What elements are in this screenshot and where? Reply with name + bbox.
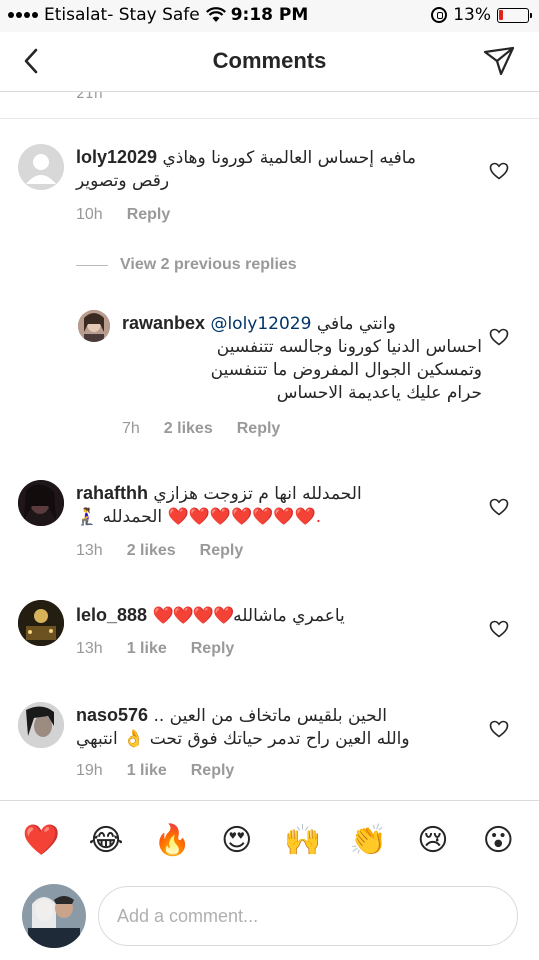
emoji-raised-hands-button[interactable]: 🙌 — [284, 823, 321, 859]
comment-meta: 13h 2 likes Reply — [76, 542, 243, 560]
emoji-surprised-button[interactable]: 😮 — [480, 823, 516, 859]
comment-meta: 13h 1 like Reply — [76, 640, 234, 658]
heart-icon[interactable] — [489, 620, 509, 638]
replies-line — [76, 264, 108, 266]
heart-icon[interactable] — [489, 328, 509, 346]
comment-text-line2: الحمدلله 🧎‍♀️ ❤️❤️❤️❤️❤️❤️❤️. — [76, 507, 323, 527]
battery-percent: 13% — [453, 5, 491, 25]
avatar[interactable] — [18, 144, 64, 190]
emoji-quick-bar: ❤️ 😂 🔥 😍 🙌 👏 😢 😮 — [0, 800, 539, 880]
comment-body: rahafthh الحمدلله انها م تزوجت هزازي الح… — [76, 482, 476, 529]
comment-meta: 19h 1 like Reply — [76, 762, 234, 780]
emoji-laugh-button[interactable]: 😂 — [88, 823, 124, 859]
rotation-lock-icon — [431, 7, 448, 23]
profile-photo-icon — [22, 884, 86, 948]
hearts-emoji: ❤️❤️❤️❤️ — [152, 606, 234, 626]
comment-item: naso576 الحين بلقيس ماتخاف من العين .. و… — [0, 690, 539, 800]
comment-text-line2: احساس الدنيا كورونا وجالسه تتنفسين — [216, 337, 482, 357]
status-bar: Etisalat- Stay Safe 9:18 PM 13% — [0, 0, 539, 32]
profile-photo-icon — [18, 702, 64, 748]
hearts-emoji: ❤️❤️❤️❤️❤️❤️❤️. — [167, 507, 323, 527]
likes-count[interactable]: 1 like — [127, 640, 167, 658]
reply-button[interactable]: Reply — [127, 206, 171, 224]
page-title: Comments — [212, 48, 327, 73]
comment-body: loly12029 مافيه إحساس العالمية كورونا وه… — [76, 146, 476, 193]
likes-count[interactable]: 1 like — [127, 762, 167, 780]
likes-count[interactable]: 2 likes — [164, 420, 213, 438]
comment-username[interactable]: rahafthh — [76, 483, 148, 503]
comment-time: 7h — [122, 420, 140, 437]
profile-photo-icon — [18, 480, 64, 526]
comment-meta: 7h 2 likes Reply — [122, 420, 280, 438]
partial-timestamp: 21h — [76, 92, 103, 100]
add-comment-bar — [0, 880, 539, 960]
avatar[interactable] — [18, 702, 64, 748]
reply-button[interactable]: Reply — [191, 762, 235, 780]
comment-text: ياعمري ماشالله — [233, 606, 345, 626]
emoji-heart-eyes-button[interactable]: 😍 — [219, 823, 255, 859]
comment-time: 10h — [76, 206, 103, 223]
divider — [0, 118, 539, 119]
heart-icon[interactable] — [489, 720, 509, 738]
header: Comments — [0, 32, 539, 92]
comment-time: 19h — [76, 762, 103, 779]
profile-photo-icon — [18, 600, 64, 646]
reply-item: rawanbex @loly12029 وانتي مافي احساس الد… — [0, 298, 539, 448]
likes-count[interactable]: 2 likes — [127, 542, 176, 560]
emoji-fire-button[interactable]: 🔥 — [153, 823, 190, 859]
battery-group: 13% — [431, 5, 532, 25]
current-user-avatar[interactable] — [22, 884, 86, 948]
comment-text-line4: حرام عليك ياعديمة الاحساس — [276, 383, 482, 403]
comment-text-line2: والله العين راح تدمر حياتك فوق تحت 👌 انت… — [76, 729, 410, 749]
comment-text: الحمدلله انها م تزوجت هزازي — [153, 484, 362, 504]
reply-button[interactable]: Reply — [200, 542, 244, 560]
comment-text: الحين بلقيس ماتخاف من العين .. — [153, 706, 388, 726]
comment-item: loly12029 مافيه إحساس العالمية كورونا وه… — [0, 130, 539, 240]
comment-body: naso576 الحين بلقيس ماتخاف من العين .. و… — [76, 704, 476, 751]
view-previous-replies[interactable]: View 2 previous replies — [76, 256, 297, 274]
avatar[interactable] — [78, 310, 110, 342]
paper-plane-icon[interactable] — [481, 44, 517, 78]
heart-icon[interactable] — [489, 498, 509, 516]
emoji-cry-button[interactable]: 😢 — [415, 823, 451, 859]
profile-photo-icon — [78, 310, 110, 342]
heart-icon[interactable] — [489, 162, 509, 180]
reply-body: rawanbex @loly12029 وانتي مافي احساس الد… — [122, 312, 482, 405]
avatar[interactable] — [18, 600, 64, 646]
comment-time: 13h — [76, 640, 103, 657]
comment-meta: 10h Reply — [76, 206, 170, 224]
comment-username[interactable]: lelo_888 — [76, 605, 147, 625]
emoji-heart-button[interactable]: ❤️ — [23, 823, 60, 859]
comment-body: lelo_888 ❤️❤️❤️❤️ياعمري ماشالله — [76, 604, 476, 628]
comment-username[interactable]: naso576 — [76, 705, 148, 725]
comment-time: 13h — [76, 542, 103, 559]
comment-text-line3: وتمسكين الجوال المفروض ما تتنفسين — [210, 360, 482, 380]
view-replies-label[interactable]: View 2 previous replies — [120, 256, 297, 274]
comment-text: مافيه إحساس العالمية كورونا وهاذي — [162, 148, 417, 168]
avatar[interactable] — [18, 480, 64, 526]
default-user-icon — [26, 154, 56, 184]
comment-item: lelo_888 ❤️❤️❤️❤️ياعمري ماشالله 13h 1 li… — [0, 588, 539, 678]
battery-level — [499, 9, 503, 20]
emoji-clap-button[interactable]: 👏 — [350, 823, 387, 859]
comment-text: وانتي مافي — [316, 314, 396, 334]
comment-username[interactable]: rawanbex — [122, 313, 205, 333]
comment-item: rahafthh الحمدلله انها م تزوجت هزازي الح… — [0, 466, 539, 576]
battery-icon — [497, 7, 532, 23]
comment-username[interactable]: loly12029 — [76, 147, 157, 167]
add-comment-input[interactable] — [98, 886, 518, 946]
reply-button[interactable]: Reply — [191, 640, 235, 658]
reply-button[interactable]: Reply — [237, 420, 281, 438]
comment-text-line2: رقص وتصوير — [76, 171, 170, 191]
mention-link[interactable]: @loly12029 — [210, 314, 311, 334]
